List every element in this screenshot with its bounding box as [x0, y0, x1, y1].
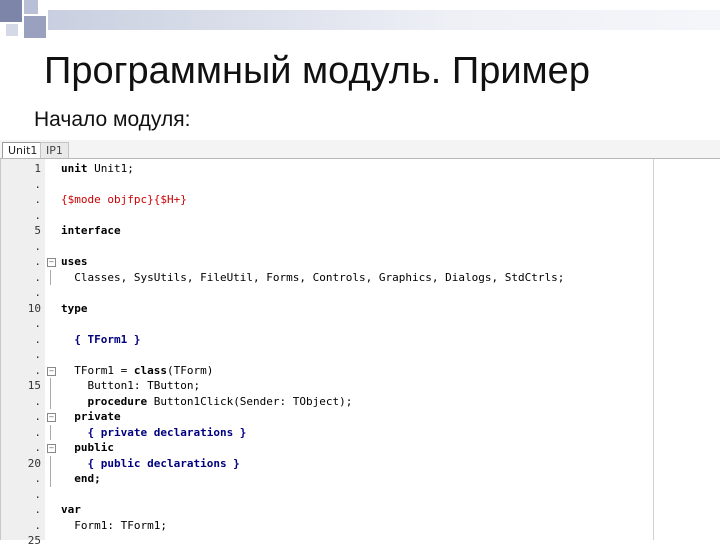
code-token: type: [61, 301, 88, 315]
line-number: .: [34, 394, 41, 408]
code-line: var: [61, 502, 81, 518]
code-line: public: [61, 440, 114, 456]
line-number: .: [34, 239, 41, 253]
code-token: procedure: [61, 394, 154, 408]
line-number: .: [34, 410, 41, 423]
code-token: Form1: TForm1;: [61, 518, 167, 532]
code-token: Button1: TButton;: [61, 379, 201, 392]
code-line: unit Unit1;: [61, 161, 134, 177]
line-number: .: [34, 208, 41, 222]
code-line: { public declarations }: [61, 456, 240, 472]
code-token: Button1Click(Sender: TObject);: [153, 394, 353, 408]
fold-guide-line: [50, 269, 51, 285]
fold-guide-line: [50, 378, 51, 409]
line-number: 15: [27, 379, 41, 392]
fold-toggle-icon[interactable]: −: [47, 413, 56, 422]
decoration-square: [24, 0, 38, 14]
decoration-bar: [48, 10, 720, 30]
fold-guide-line: [50, 455, 51, 487]
code-token: TForm1 =: [61, 363, 134, 377]
code-token: interface: [61, 224, 121, 237]
code-line: {$mode objfpc}{$H+}: [61, 192, 187, 208]
code-token: Unit1;: [94, 162, 134, 175]
line-number: 20: [27, 456, 41, 470]
code-line: type: [61, 301, 88, 317]
line-number: .: [34, 348, 41, 361]
slide-title: Программный модуль. Пример: [44, 50, 590, 92]
line-number: .: [34, 518, 41, 532]
code-line: procedure Button1Click(Sender: TObject);: [61, 394, 352, 410]
line-number: .: [34, 255, 41, 268]
code-token: { public declarations }: [61, 456, 240, 470]
line-number: .: [34, 425, 41, 439]
editor-tab-bar: Unit1 IP1: [0, 140, 720, 159]
code-token: { TForm1 }: [61, 332, 141, 346]
line-number: 10: [27, 301, 41, 315]
right-margin-line: [653, 159, 654, 540]
fold-toggle-icon[interactable]: −: [47, 258, 56, 267]
line-number: 1: [34, 162, 41, 175]
line-number: .: [34, 363, 41, 377]
line-number: .: [34, 317, 41, 330]
code-token: uses: [61, 255, 88, 268]
tab-ip1[interactable]: IP1: [40, 142, 69, 158]
code-area[interactable]: unit Unit1; {$mode objfpc}{$H+} interface u…: [57, 159, 653, 540]
tab-unit1[interactable]: Unit1: [2, 142, 44, 158]
code-line: TForm1 = class(TForm): [61, 363, 213, 379]
code-line: { private declarations }: [61, 425, 246, 441]
slide-decoration: [0, 0, 720, 40]
code-line: uses: [61, 254, 88, 270]
fold-column: − − − −: [45, 159, 57, 540]
decoration-square: [24, 16, 46, 38]
line-number: .: [34, 441, 41, 454]
slide-subtitle: Начало модуля:: [34, 108, 191, 131]
code-line: Classes, SysUtils, FileUtil, Forms, Cont…: [61, 270, 564, 286]
code-line: { TForm1 }: [61, 332, 140, 348]
code-token: (TForm): [166, 363, 214, 377]
line-number: .: [34, 503, 41, 516]
line-number: .: [34, 193, 41, 206]
fold-guide-line: [50, 424, 51, 440]
line-number: .: [34, 487, 41, 501]
decoration-square: [6, 24, 18, 36]
code-line: interface: [61, 223, 121, 239]
line-number: .: [34, 177, 41, 191]
line-number: .: [34, 270, 41, 284]
code-token: {$mode objfpc}{$H+}: [61, 193, 187, 206]
source-editor[interactable]: 1... 5.... 10.... 15.... 20.... 25 − − − − unit …: [0, 159, 719, 547]
code-token: { private declarations }: [61, 425, 247, 439]
code-token: public: [61, 441, 114, 454]
code-token: unit: [61, 162, 95, 175]
code-token: Classes, SysUtils, FileUtil, Forms, Cont…: [61, 270, 565, 284]
decoration-square: [0, 0, 22, 22]
code-line: Form1: TForm1;: [61, 518, 167, 534]
line-number: 25: [27, 534, 41, 547]
code-token: private: [61, 410, 121, 423]
code-line: private: [61, 409, 121, 425]
code-token: var: [61, 503, 81, 516]
line-number-gutter: 1... 5.... 10.... 15.... 20.... 25: [1, 159, 46, 547]
fold-toggle-icon[interactable]: −: [47, 444, 56, 453]
code-line: Button1: TButton;: [61, 378, 200, 394]
code-token: end;: [61, 472, 101, 485]
code-line: end;: [61, 471, 101, 487]
line-number: .: [34, 472, 41, 485]
code-token: class: [133, 363, 167, 377]
fold-toggle-icon[interactable]: −: [47, 366, 56, 376]
line-number: .: [34, 286, 41, 299]
line-number: .: [34, 332, 41, 346]
line-number: 5: [34, 224, 41, 237]
